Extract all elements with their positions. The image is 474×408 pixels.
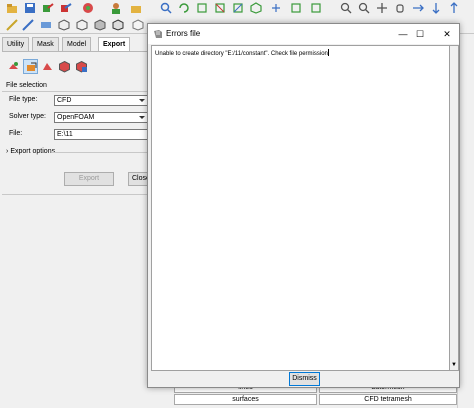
file-type-label: File type: [9, 96, 38, 103]
export-icon[interactable] [60, 2, 72, 14]
error-message: Unable to create directory "E:/11/consta… [155, 51, 328, 57]
toolbar-row-1 [0, 0, 474, 16]
surface-tool-icon[interactable] [40, 19, 52, 31]
view-back-icon[interactable] [310, 2, 322, 14]
file-type-select[interactable]: CFD [54, 95, 148, 106]
solver-type-select[interactable]: OpenFOAM [54, 112, 148, 123]
export-panel: Utility Mask Model Export File selection… [0, 34, 152, 408]
export-fea-icon[interactable] [40, 59, 55, 74]
export-cad-icon[interactable] [74, 59, 89, 74]
file-type-value: CFD [57, 97, 72, 104]
view-side-icon[interactable] [232, 2, 244, 14]
tab-mask[interactable]: Mask [32, 37, 59, 51]
file-path-input[interactable]: E:\11 [54, 129, 148, 140]
transparent-cube-icon[interactable] [132, 19, 144, 31]
arrow-up-icon[interactable] [448, 2, 460, 14]
wire-cube-icon[interactable] [76, 19, 88, 31]
panel-bottom-divider [2, 194, 152, 195]
section-divider [2, 91, 152, 92]
rotate-icon[interactable] [178, 2, 190, 14]
solver-type-value: OpenFOAM [57, 114, 95, 121]
tab-export[interactable]: Export [98, 37, 131, 52]
chevron-down-icon [138, 97, 146, 104]
edge-tool-icon[interactable] [22, 19, 34, 31]
shaded-cube-icon[interactable] [94, 19, 106, 31]
error-message-area[interactable]: Unable to create directory "E:/11/consta… [151, 45, 450, 371]
dismiss-button[interactable]: Dismiss [289, 372, 320, 386]
export-geometry-icon[interactable] [6, 59, 21, 74]
axis-icon[interactable] [270, 2, 282, 14]
document-icon [153, 29, 163, 39]
open-icon[interactable] [6, 2, 18, 14]
arrow-right-icon[interactable] [412, 2, 424, 14]
tab-utility[interactable]: Utility [2, 37, 30, 51]
view-iso-icon[interactable] [250, 2, 262, 14]
view-front-icon[interactable] [196, 2, 208, 14]
zoom-icon[interactable] [160, 2, 172, 14]
solver-type-label: Solver type: [9, 113, 46, 120]
save-icon[interactable] [24, 2, 36, 14]
export-cfd-icon[interactable] [23, 59, 38, 74]
chevron-down-icon [138, 114, 146, 121]
pan-icon[interactable] [376, 2, 388, 14]
tab-model[interactable]: Model [62, 37, 92, 51]
dialog-titlebar[interactable]: Errors file — ☐ ✕ [148, 24, 459, 44]
line-tool-icon[interactable] [6, 19, 18, 31]
solid-cube-icon[interactable] [58, 19, 70, 31]
mesh-cube-icon[interactable] [112, 19, 124, 31]
dialog-title: Errors file [166, 29, 201, 38]
file-label: File: [9, 130, 23, 137]
folder-icon[interactable] [130, 2, 142, 14]
table-cell[interactable]: CFD tetramesh [319, 394, 457, 405]
zoom-in-icon[interactable] [340, 2, 352, 14]
view-bottom-icon[interactable] [290, 2, 302, 14]
scroll-down-icon[interactable]: ▼ [451, 362, 457, 368]
table-cell[interactable]: surfaces [174, 394, 317, 405]
export-options-label: Export options [10, 148, 56, 155]
import-icon[interactable] [42, 2, 54, 14]
minimize-button[interactable]: — [396, 27, 410, 41]
export-options-toggle[interactable]: › Export options [6, 148, 55, 155]
section-title-file-selection: File selection [6, 82, 47, 89]
arrow-down-icon[interactable] [430, 2, 442, 14]
color-icon[interactable] [82, 2, 94, 14]
export-options-divider [52, 152, 148, 153]
text-caret [327, 49, 329, 56]
hand-icon[interactable] [394, 2, 406, 14]
zoom-out-icon[interactable] [358, 2, 370, 14]
user-icon[interactable] [110, 2, 122, 14]
maximize-button[interactable]: ☐ [413, 27, 427, 41]
export-mesh-icon[interactable] [57, 59, 72, 74]
view-top-icon[interactable] [214, 2, 226, 14]
errors-dialog: Errors file — ☐ ✕ Unable to create direc… [147, 23, 460, 388]
file-path-value: E:\11 [57, 131, 73, 138]
close-window-button[interactable]: ✕ [440, 27, 454, 41]
vertical-scrollbar[interactable]: ▼ [450, 45, 459, 371]
export-button[interactable]: Export [64, 172, 114, 186]
chevron-right-icon: › [6, 148, 9, 155]
